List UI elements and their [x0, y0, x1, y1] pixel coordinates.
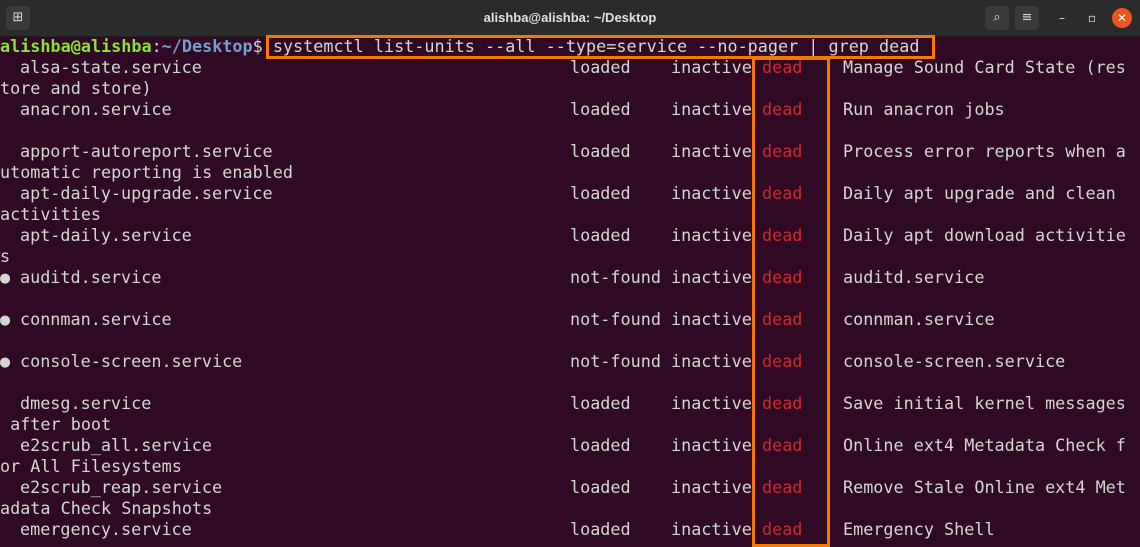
bullet-icon: ●: [0, 267, 11, 287]
row-active: inactive: [671, 393, 752, 413]
service-row: ● console-screen.service not-found inactive…: [0, 351, 1140, 372]
row-unit: anacron.service: [20, 99, 172, 119]
row-load: not-found: [570, 309, 661, 329]
row-active: inactive: [671, 267, 752, 287]
row-description-continuation: s: [0, 246, 11, 266]
service-row: dmesg.service loaded inactive dead Save init…: [0, 393, 1140, 414]
service-row: apport-autoreport.service loaded inactive d…: [0, 141, 1140, 162]
row-load: loaded: [570, 393, 631, 413]
row-active: inactive: [671, 519, 752, 539]
row-unit: auditd.service: [20, 267, 162, 287]
row-load: loaded: [570, 477, 631, 497]
row-unit: emergency.service: [20, 519, 192, 539]
hamburger-menu-icon[interactable]: ≡: [1015, 6, 1039, 30]
row-desc: Remove Stale Online ext4 Met: [843, 477, 1126, 497]
maximize-icon[interactable]: ▫: [1082, 8, 1102, 28]
service-row: emergency.service loaded inactive dead Emerg…: [0, 519, 1140, 540]
service-row: apt-daily-upgrade.service loaded inactive d…: [0, 183, 1140, 204]
row-active: inactive: [671, 351, 752, 371]
service-row: apt-daily.service loaded inactive dead Daily…: [0, 225, 1140, 246]
row-load: loaded: [570, 435, 631, 455]
bullet-icon: ●: [0, 351, 11, 371]
service-row: ● auditd.service not-found inactive dead audi…: [0, 267, 1140, 288]
row-active: inactive: [671, 141, 752, 161]
row-unit: console-screen.service: [20, 351, 243, 371]
row-desc: Emergency Shell: [843, 519, 995, 539]
row-unit: apt-daily.service: [20, 225, 192, 245]
row-desc: connman.service: [843, 309, 995, 329]
row-description-continuation: tore and store): [0, 78, 152, 98]
row-unit: e2scrub_reap.service: [20, 477, 223, 497]
row-desc: Process error reports when a: [843, 141, 1126, 161]
prompt-separator: :: [151, 36, 162, 56]
title-bar: ⊞ alishba@alishba: ~/Desktop ⌕ ≡ – ▫ ✕: [0, 0, 1140, 37]
row-desc: Daily apt upgrade and clean: [843, 183, 1116, 203]
row-desc: console-screen.service: [843, 351, 1066, 371]
row-desc: Run anacron jobs: [843, 99, 1005, 119]
row-desc: auditd.service: [843, 267, 985, 287]
row-load: loaded: [570, 57, 631, 77]
row-desc: Daily apt download activitie: [843, 225, 1126, 245]
row-unit: alsa-state.service: [20, 57, 202, 77]
row-description-continuation: utomatic reporting is enabled: [0, 162, 293, 182]
row-load: loaded: [570, 183, 631, 203]
service-row: anacron.service loaded inactive dead Run ana…: [0, 99, 1140, 120]
service-row: alsa-state.service loaded inactive dead Mana…: [0, 57, 1140, 78]
row-load: loaded: [570, 519, 631, 539]
close-icon[interactable]: ✕: [1112, 8, 1132, 28]
row-unit: apt-daily-upgrade.service: [20, 183, 273, 203]
row-active: inactive: [671, 309, 752, 329]
service-row: e2scrub_all.service loaded inactive dead Onl…: [0, 435, 1140, 456]
window-title: alishba@alishba: ~/Desktop: [483, 10, 657, 25]
row-load: not-found: [570, 351, 661, 371]
minimize-icon[interactable]: –: [1052, 8, 1072, 28]
prompt-user-host: alishba@alishba: [0, 36, 152, 56]
prompt-path: ~/Desktop: [161, 36, 253, 56]
row-unit: dmesg.service: [20, 393, 152, 413]
row-load: not-found: [570, 267, 661, 287]
row-active: inactive: [671, 435, 752, 455]
row-active: inactive: [671, 225, 752, 245]
row-active: inactive: [671, 99, 752, 119]
row-unit: connman.service: [20, 309, 172, 329]
row-desc: Online ext4 Metadata Check f: [843, 435, 1126, 455]
row-desc: Manage Sound Card State (res: [843, 57, 1126, 77]
row-active: inactive: [671, 57, 752, 77]
row-desc: Save initial kernel messages: [843, 393, 1126, 413]
row-description-continuation: or All Filesystems: [0, 456, 182, 476]
row-unit: e2scrub_all.service: [20, 435, 212, 455]
service-row: e2scrub_reap.service loaded inactive dead Re…: [0, 477, 1140, 498]
row-active: inactive: [671, 183, 752, 203]
row-description-continuation: after boot: [0, 414, 112, 434]
dead-column-highlight-box: [752, 57, 830, 547]
row-load: loaded: [570, 99, 631, 119]
row-unit: apport-autoreport.service: [20, 141, 273, 161]
search-icon[interactable]: ⌕: [985, 6, 1009, 30]
command-highlight-box: [266, 35, 935, 59]
row-description-continuation: adata Check Snapshots: [0, 498, 213, 518]
row-active: inactive: [671, 477, 752, 497]
prompt-dollar: $: [252, 36, 263, 56]
row-load: loaded: [570, 141, 631, 161]
row-load: loaded: [570, 225, 631, 245]
bullet-icon: ●: [0, 309, 11, 329]
row-description-continuation: activities: [0, 204, 102, 224]
service-row: ● connman.service not-found inactive dead con…: [0, 309, 1140, 330]
